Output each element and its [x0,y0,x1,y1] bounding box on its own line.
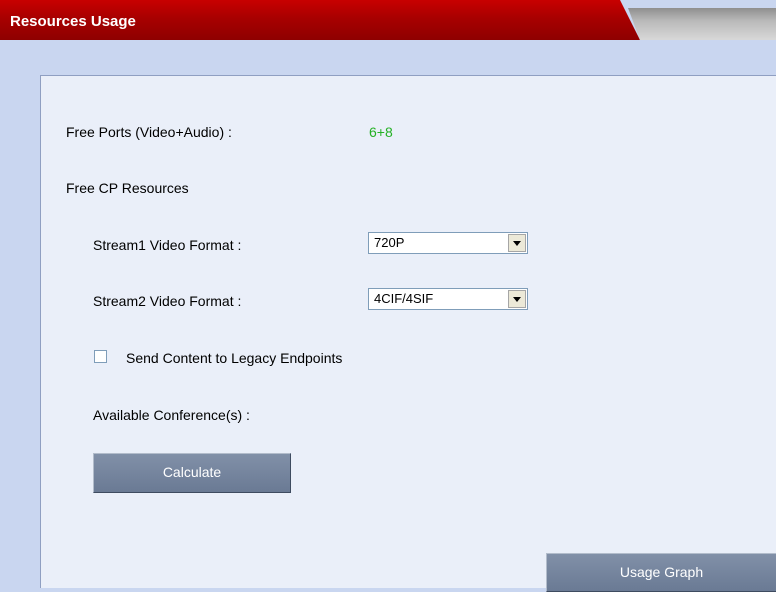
available-conferences-label: Available Conference(s) : [93,407,250,423]
title-tab-inactive [628,8,776,40]
stream1-selected-value: 720P [374,235,405,250]
send-content-label[interactable]: Send Content to Legacy Endpoints [126,350,342,366]
stream2-video-format-select[interactable]: 4CIF/4SIF [368,288,528,310]
stream1-label: Stream1 Video Format : [93,237,242,253]
window-title: Resources Usage [10,13,136,30]
stream2-label: Stream2 Video Format : [93,293,242,309]
resources-panel: Free Ports (Video+Audio) : 6+8 Free CP R… [40,75,776,592]
chevron-down-icon[interactable] [508,290,526,308]
chevron-down-icon[interactable] [508,234,526,252]
free-cp-resources-label: Free CP Resources [66,180,189,196]
stream1-video-format-select[interactable]: 720P [368,232,528,254]
title-bar: Resources Usage [0,0,776,40]
calculate-button[interactable]: Calculate [93,453,291,493]
usage-graph-button[interactable]: Usage Graph [546,553,776,592]
free-ports-value: 6+8 [369,124,393,140]
send-content-checkbox[interactable] [94,350,107,363]
stream2-selected-value: 4CIF/4SIF [374,291,434,306]
free-ports-label: Free Ports (Video+Audio) : [66,124,232,140]
